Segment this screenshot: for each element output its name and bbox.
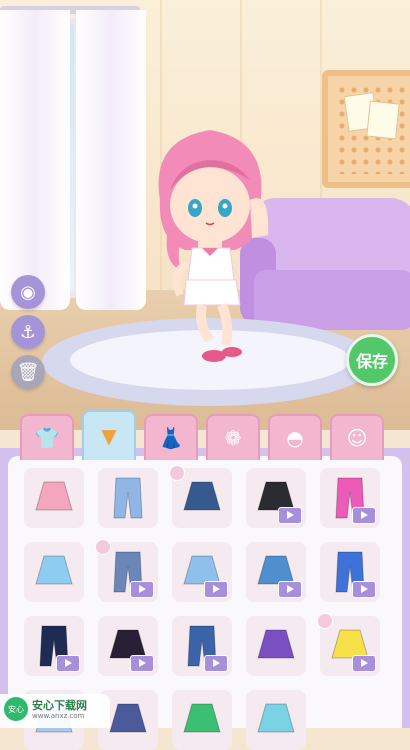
watermark-logo: 安心 [4,697,28,721]
video-ad-icon [130,655,154,672]
watermark-main: 安心下载网 [32,699,87,712]
clothing-item-icon [183,703,221,733]
clothing-item[interactable] [246,690,306,750]
trash-icon: 🗑 [16,361,40,383]
new-item-badge [95,539,111,555]
video-ad-icon [352,581,376,598]
clothing-item[interactable] [98,468,158,528]
camera-button[interactable]: ◉ [11,275,45,309]
clothing-item[interactable] [24,616,84,676]
anchor-button[interactable]: ⚓ [11,315,45,349]
clothing-item-icon [113,477,143,519]
clothing-item[interactable] [95,539,158,602]
video-ad-icon [56,655,80,672]
tab-face[interactable]: ☺ [330,414,384,460]
clothing-item[interactable] [317,613,380,676]
tab-tshirt[interactable]: 👕 [20,414,74,460]
trash-button[interactable]: 🗑 [11,355,45,389]
hair-icon: ◓ [286,426,304,450]
clothing-item[interactable] [172,616,232,676]
video-ad-icon [204,655,228,672]
tab-wings[interactable]: ❁ [206,414,260,460]
clothing-item-icon [183,481,221,511]
video-ad-icon [278,581,302,598]
clothing-item[interactable] [24,542,84,602]
tab-dress[interactable]: 👗 [144,414,198,460]
skirt-icon: ▼ [101,424,117,448]
camera-icon: ◉ [20,281,36,303]
video-ad-icon [352,507,376,524]
new-item-badge [317,613,333,629]
clothing-item-icon [257,629,295,659]
dress-icon: 👗 [158,426,184,450]
video-ad-icon [130,581,154,598]
clothing-item[interactable] [98,616,158,676]
clothing-item-icon [35,555,73,585]
wings-icon: ❁ [224,426,242,450]
clothing-item[interactable] [246,542,306,602]
curtain-right [76,10,146,310]
save-button[interactable]: 保存 [346,334,398,386]
clothing-item[interactable] [246,616,306,676]
face-icon: ☺ [346,426,368,450]
clothing-item[interactable] [172,542,232,602]
clothing-item[interactable] [320,468,380,528]
clothing-item[interactable] [172,690,232,750]
clothing-item-icon [109,703,147,733]
clothing-item-icon [35,481,73,511]
clothing-item[interactable] [169,465,232,528]
new-item-badge [169,465,185,481]
clothing-item[interactable] [246,468,306,528]
watermark-sub: www.anxz.com [32,712,85,720]
cork-board [322,70,410,188]
tshirt-icon: 👕 [34,426,60,450]
video-ad-icon [278,507,302,524]
character[interactable] [140,120,280,370]
clothing-item[interactable] [24,468,84,528]
tab-hair[interactable]: ◓ [268,414,322,460]
video-ad-icon [204,581,228,598]
wardrobe-grid [8,456,402,750]
clothing-item-icon [257,703,295,733]
watermark: 安心 安心下载网 www.anxz.com [0,694,110,728]
clothing-item[interactable] [320,542,380,602]
anchor-icon: ⚓ [19,321,37,343]
wardrobe-panel [0,448,410,750]
tab-skirt[interactable]: ▼ [82,410,136,460]
curtain-left [0,10,70,310]
category-tabs: 👕 ▼ 👗 ❁ ◓ ☺ [0,410,410,460]
video-ad-icon [352,655,376,672]
game-scene: ◉ ⚓ 🗑 保存 [0,0,410,430]
